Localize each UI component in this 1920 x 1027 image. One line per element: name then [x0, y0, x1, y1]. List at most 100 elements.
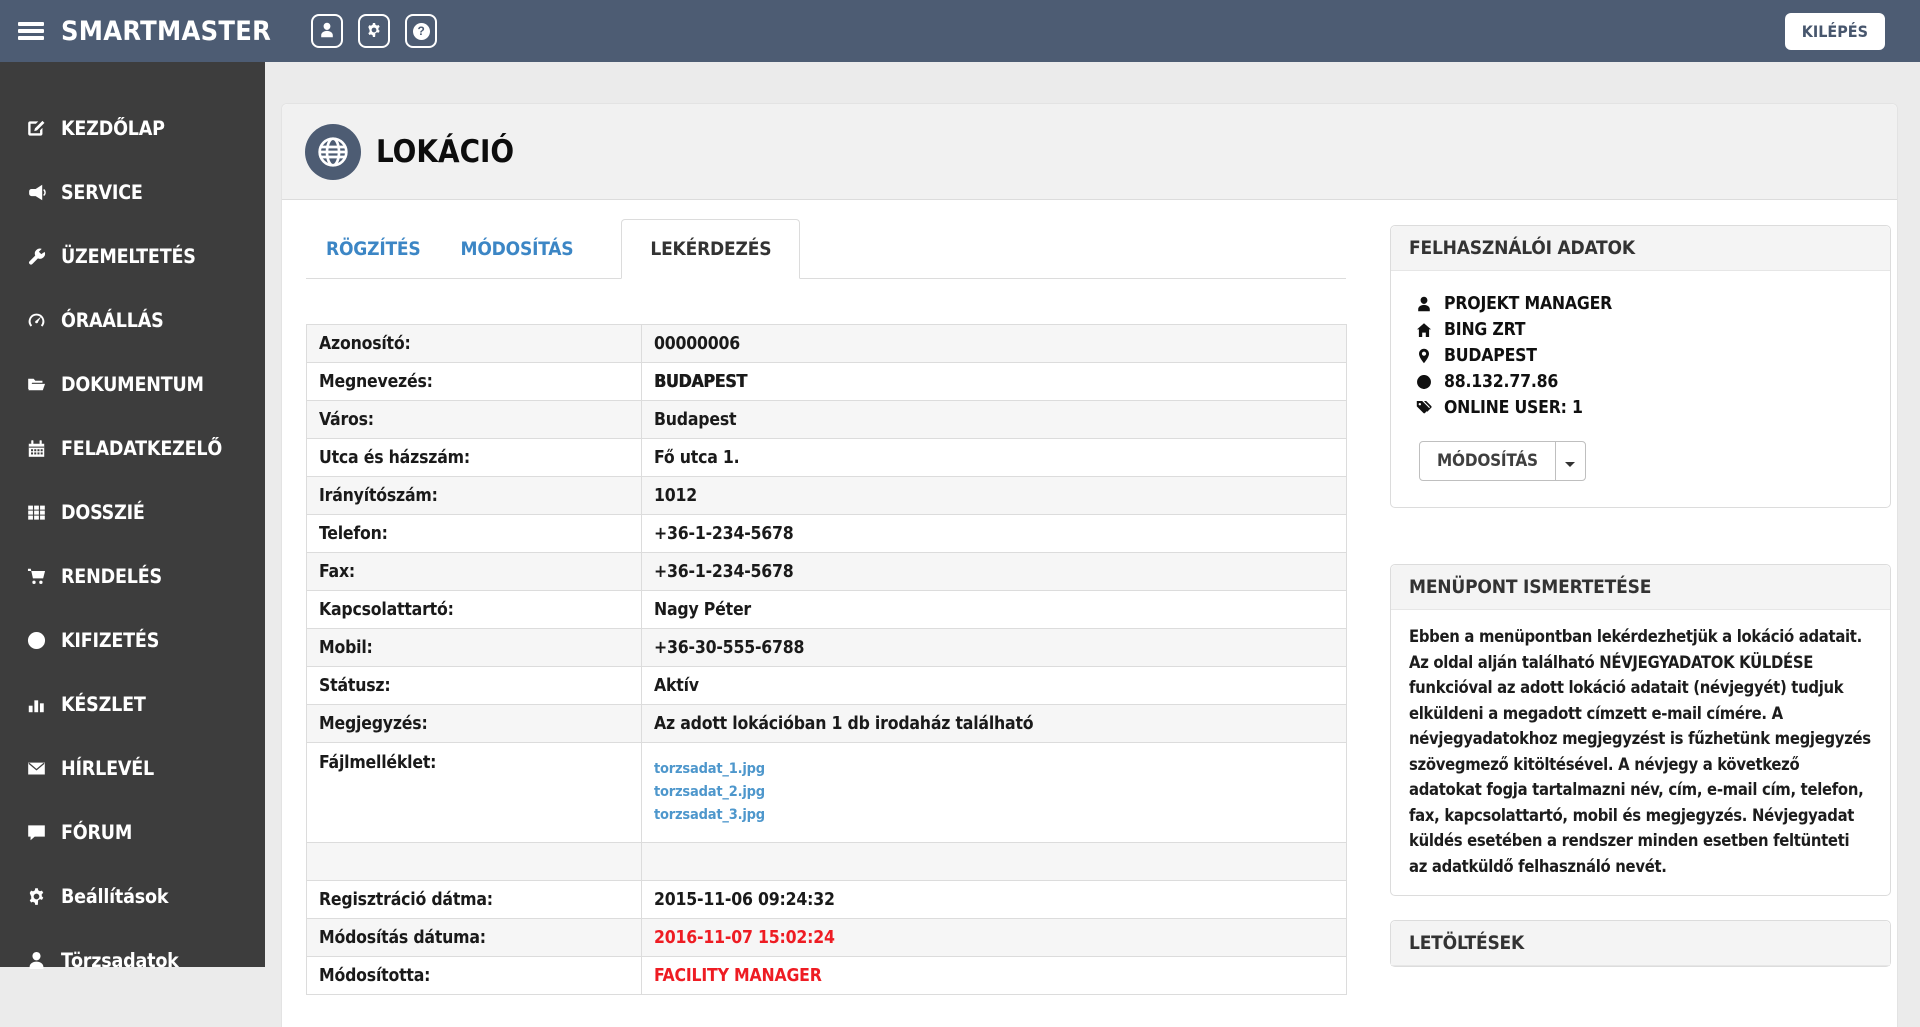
sidebar-item-label: KEZDŐLAP: [61, 117, 165, 140]
sidebar-item-kezdolap[interactable]: KEZDŐLAP: [0, 96, 265, 160]
folder-open-icon: [24, 375, 48, 394]
table-row-empty: [307, 843, 1347, 881]
user-info-text: BING ZRT: [1444, 320, 1525, 340]
question-icon: [413, 23, 430, 40]
field-value: 2015-11-06 09:24:32: [642, 881, 1347, 919]
sidebar-item-dokumentum[interactable]: DOKUMENTUM: [0, 352, 265, 416]
sidebar-item-rendeles[interactable]: RENDELÉS: [0, 544, 265, 608]
sidebar-item-keszlet[interactable]: KÉSZLET: [0, 672, 265, 736]
content-area: LOKÁCIÓ RÖGZÍTÉS MÓDOSÍTÁS LEKÉRDEZÉS: [265, 62, 1920, 967]
field-label: Regisztráció dátma:: [307, 881, 642, 919]
user-menu-button[interactable]: [311, 14, 343, 48]
sidebar-item-service[interactable]: SERVICE: [0, 160, 265, 224]
empty-cell: [642, 843, 1347, 881]
cart-icon: [24, 567, 48, 586]
field-value: 2016-11-07 15:02:24: [642, 919, 1347, 957]
sidebar-item-beallitasok[interactable]: Beállítások: [0, 864, 265, 928]
modify-dropdown-toggle[interactable]: [1556, 442, 1585, 480]
comment-icon: [24, 823, 48, 842]
menu-toggle-icon[interactable]: [18, 19, 44, 44]
tab-rogzites[interactable]: RÖGZÍTÉS: [306, 219, 441, 278]
help-button[interactable]: [405, 14, 437, 48]
table-row: Módosította: FACILITY MANAGER: [307, 957, 1347, 995]
field-label: Város:: [307, 401, 642, 439]
field-value: +36-30-555-6788: [642, 629, 1347, 667]
tab-label: LEKÉRDEZÉS: [650, 238, 771, 260]
field-label: Telefon:: [307, 515, 642, 553]
field-label: Utca és házszám:: [307, 439, 642, 477]
user-info-text: PROJEKT MANAGER: [1444, 294, 1612, 314]
menu-description-text: Ebben a menüpontban lekérdezhetjük a lok…: [1391, 610, 1890, 895]
modify-button[interactable]: MÓDOSÍTÁS: [1420, 442, 1556, 480]
table-row: Mobil: +36-30-555-6788: [307, 629, 1347, 667]
right-column: FELHASZNÁLÓI ADATOK PROJEKT MANAGER BING…: [1390, 225, 1891, 967]
downloads-panel: LETÖLTÉSEK: [1390, 920, 1891, 967]
gauge-icon: [24, 311, 48, 330]
file-attachment-link[interactable]: torzsadat_3.jpg: [654, 805, 1334, 826]
sidebar-item-label: Beállítások: [61, 885, 168, 908]
menu-description-panel: MENÜPONT ISMERTETÉSE Ebben a menüpontban…: [1390, 564, 1891, 896]
table-row: Irányítószám: 1012: [307, 477, 1347, 515]
sidebar: KEZDŐLAP SERVICE ÜZEMELTETÉS ÓRAÁLLÁS DO…: [0, 62, 265, 967]
field-value: BUDAPEST: [642, 363, 1347, 401]
sidebar-item-label: DOSSZIÉ: [61, 501, 145, 524]
field-value: Nagy Péter: [642, 591, 1347, 629]
home-icon: [1415, 322, 1432, 338]
sidebar-item-dosszie[interactable]: DOSSZIÉ: [0, 480, 265, 544]
grid-icon: [24, 503, 48, 522]
sidebar-item-uzemeltetes[interactable]: ÜZEMELTETÉS: [0, 224, 265, 288]
field-label: Irányítószám:: [307, 477, 642, 515]
file-attachment-link[interactable]: torzsadat_2.jpg: [654, 782, 1334, 803]
bar-chart-icon: [24, 695, 48, 714]
table-row: Város: Budapest: [307, 401, 1347, 439]
field-value: +36-1-234-5678: [642, 515, 1347, 553]
logout-button[interactable]: KILÉPÉS: [1785, 13, 1885, 50]
table-row: Azonosító: 00000006: [307, 325, 1347, 363]
file-attachments-cell: torzsadat_1.jpgtorzsadat_2.jpgtorzsadat_…: [642, 743, 1347, 843]
file-attachment-link[interactable]: torzsadat_1.jpg: [654, 759, 1334, 780]
page-title: LOKÁCIÓ: [376, 134, 514, 170]
field-label: Fájlmelléklet:: [307, 743, 642, 843]
sidebar-item-label: FÓRUM: [61, 821, 132, 844]
sidebar-item-forum[interactable]: FÓRUM: [0, 800, 265, 864]
user-info-line: BING ZRT: [1415, 317, 1866, 343]
page-card: LOKÁCIÓ RÖGZÍTÉS MÓDOSÍTÁS LEKÉRDEZÉS: [281, 103, 1898, 1027]
check-circle-icon: [24, 631, 48, 650]
table-row: Kapcsolattartó: Nagy Péter: [307, 591, 1347, 629]
field-label: Státusz:: [307, 667, 642, 705]
globe-icon: [1415, 374, 1432, 390]
envelope-icon: [24, 759, 48, 778]
user-icon: [1415, 296, 1432, 312]
sidebar-item-oraallas[interactable]: ÓRAÁLLÁS: [0, 288, 265, 352]
field-value: Az adott lokációban 1 db irodaház találh…: [642, 705, 1347, 743]
sidebar-item-feladatkezelo[interactable]: FELADATKEZELŐ: [0, 416, 265, 480]
bullhorn-icon: [24, 183, 48, 202]
sidebar-item-hirlevel[interactable]: HÍRLEVÉL: [0, 736, 265, 800]
field-label: Módosítás dátuma:: [307, 919, 642, 957]
user-info-text: BUDAPEST: [1444, 346, 1537, 366]
menu-description-title: MENÜPONT ISMERTETÉSE: [1391, 565, 1890, 610]
field-label: Megjegyzés:: [307, 705, 642, 743]
sidebar-item-label: KÉSZLET: [61, 693, 146, 716]
tags-icon: [1415, 400, 1432, 416]
page-header: LOKÁCIÓ: [282, 104, 1897, 200]
pencil-square-icon: [24, 119, 48, 138]
gear-icon: [366, 22, 382, 41]
table-row: Regisztráció dátma: 2015-11-06 09:24:32: [307, 881, 1347, 919]
sidebar-item-label: RENDELÉS: [61, 565, 162, 588]
field-value: Budapest: [642, 401, 1347, 439]
table-row: Telefon: +36-1-234-5678: [307, 515, 1347, 553]
sidebar-item-kifizetes[interactable]: KIFIZETÉS: [0, 608, 265, 672]
settings-button[interactable]: [358, 14, 390, 48]
field-value: 1012: [642, 477, 1347, 515]
field-value: FACILITY MANAGER: [642, 957, 1347, 995]
sidebar-item-label: SERVICE: [61, 181, 143, 204]
sidebar-item-label: ÜZEMELTETÉS: [61, 245, 196, 268]
field-value: 00000006: [642, 325, 1347, 363]
user-info-line: ONLINE USER: 1: [1415, 395, 1866, 421]
tab-modositas[interactable]: MÓDOSÍTÁS: [441, 219, 594, 278]
user-data-panel-body: PROJEKT MANAGER BING ZRT BUDAPEST 88.1: [1391, 271, 1890, 507]
user-data-panel-title: FELHASZNÁLÓI ADATOK: [1391, 226, 1890, 271]
tab-lekerdezes[interactable]: LEKÉRDEZÉS: [621, 219, 800, 279]
user-info-line: BUDAPEST: [1415, 343, 1866, 369]
